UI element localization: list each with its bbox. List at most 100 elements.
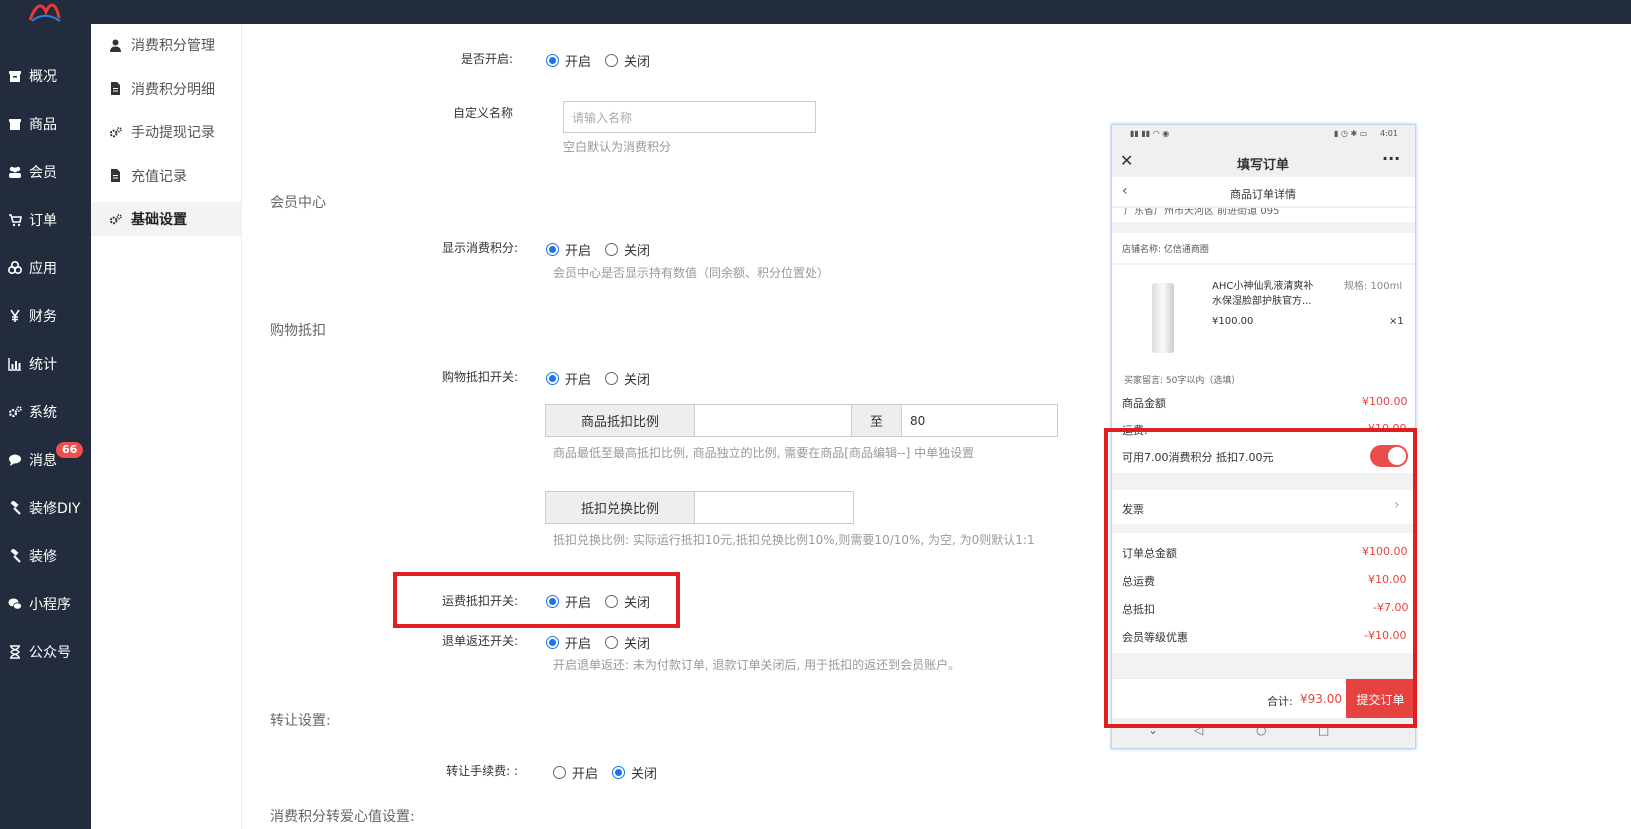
- subnav-item-1[interactable]: 消费积分明细: [91, 72, 241, 106]
- deduct-ratio-addon: 商品抵扣比例: [545, 404, 695, 437]
- product-price: ¥100.00: [1212, 316, 1254, 327]
- store-row: 店铺名称: 亿信通商圈: [1112, 233, 1415, 263]
- deduct-switch-label: 购物抵扣开关:: [441, 370, 518, 384]
- sidebar-item-8[interactable]: 消息 66: [0, 440, 91, 480]
- show-points-on-radio[interactable]: [546, 243, 559, 256]
- deduct-switch-on-radio[interactable]: [546, 372, 559, 385]
- product-name-line1: AHC小神仙乳液清爽补: [1212, 281, 1314, 292]
- exchange-ratio-input[interactable]: [694, 491, 854, 524]
- subnav-item-2[interactable]: 手动提现记录: [91, 115, 241, 149]
- sidebar-item-label: 应用: [29, 261, 57, 277]
- deduct-switch-on-text: 开启: [565, 373, 592, 388]
- buyer-note[interactable]: 买家留言: 50字以内（选填）: [1124, 373, 1240, 386]
- archive-icon: [8, 69, 22, 83]
- sidebar-item-label: 概况: [29, 69, 57, 85]
- show-points-radio-group: 开启 关闭: [546, 240, 664, 259]
- enable-radio-group: 开启 关闭: [546, 51, 664, 70]
- sidebar-item-12[interactable]: 公众号: [0, 632, 91, 672]
- love-value-title: 消费积分转爱心值设置:: [270, 809, 415, 825]
- box-icon: [8, 117, 22, 131]
- cart-icon: [8, 213, 22, 227]
- deduct-ratio-help: 商品最低至最高抵扣比例, 商品独立的比例, 需要在商品[商品编辑--] 中单独设…: [553, 446, 975, 460]
- sidebar-item-label: 消息: [29, 453, 57, 469]
- sidebar-item-1[interactable]: 商品: [0, 104, 91, 144]
- enable-off-radio[interactable]: [605, 54, 619, 67]
- sidebar-item-0[interactable]: 概况: [0, 56, 91, 96]
- refund-return-off-radio[interactable]: [605, 636, 619, 649]
- exchange-ratio-help: 抵扣兑换比例: 实际运行抵扣10元,抵扣兑换比例10%,则需要10/10%, 为…: [553, 533, 1035, 547]
- transfer-fee-off-radio[interactable]: [612, 766, 626, 779]
- sidebar-item-7[interactable]: 系统: [0, 392, 91, 432]
- sidebar-item-4[interactable]: 应用: [0, 248, 91, 288]
- product-card[interactable]: AHC小神仙乳液清爽补 水保湿脸部护肤官方... 规格: 100ml ¥100.…: [1112, 265, 1415, 415]
- sidebar-item-label: 装修: [29, 549, 57, 565]
- users-icon: [8, 165, 22, 179]
- shopping-deduct-title: 购物抵扣: [270, 323, 326, 339]
- gavel-icon: [8, 501, 22, 515]
- yen-icon: [8, 309, 22, 323]
- phone-header: ✕ 填写订单 ···: [1112, 147, 1415, 177]
- sidebar-item-label: 装修DIY: [29, 501, 81, 517]
- to-addon: 至: [851, 404, 902, 437]
- product-name-line2: 水保湿脸部护肤官方...: [1212, 296, 1312, 307]
- file-icon: [109, 169, 122, 182]
- more-icon[interactable]: ···: [1382, 149, 1400, 168]
- transfer-fee-on-text: 开启: [572, 767, 599, 782]
- custom-name-label: 自定义名称: [452, 106, 513, 120]
- sidebar-item-label: 商品: [29, 117, 57, 133]
- goods-amount-label: 商品金额: [1122, 397, 1166, 410]
- subnav-item-3[interactable]: 充值记录: [91, 159, 241, 193]
- cubes-icon: [8, 261, 22, 275]
- deduct-switch-off-radio[interactable]: [605, 372, 619, 385]
- deduct-ratio-max-input[interactable]: 80: [901, 404, 1058, 437]
- transfer-fee-on-radio[interactable]: [553, 766, 566, 779]
- sidebar-item-10[interactable]: 装修: [0, 536, 91, 576]
- close-icon[interactable]: ✕: [1120, 151, 1133, 170]
- sub-navigation: 消费积分管理消费积分明细 手动提现记录充值记录基础设置: [91, 24, 242, 829]
- user-icon: [109, 39, 122, 52]
- logo[interactable]: [26, 0, 62, 22]
- message-count-badge: 66: [56, 442, 84, 458]
- gears-icon: [8, 405, 22, 419]
- subnav-item-0[interactable]: 消费积分管理: [91, 28, 241, 62]
- phone-subtitle: 商品订单详情: [1230, 188, 1296, 201]
- subnav-item-4[interactable]: 基础设置: [91, 202, 241, 236]
- freight-deduct-radio-group: 开启 关闭: [546, 592, 664, 611]
- refund-return-on-text: 开启: [565, 637, 592, 652]
- enable-on-text: 开启: [565, 55, 592, 70]
- subnav-item-label: 消费积分管理: [131, 38, 215, 54]
- wechat-icon: [8, 597, 22, 611]
- sidebar: 概况商品会员订单应用财务统计系统消息 66 装修DIY 装修小程序公众号: [0, 24, 91, 829]
- bar-chart-icon: [8, 357, 22, 371]
- exchange-ratio-addon: 抵扣兑换比例: [545, 491, 695, 524]
- subnav-item-label: 基础设置: [131, 212, 187, 228]
- sidebar-item-6[interactable]: 统计: [0, 344, 91, 384]
- sidebar-item-9[interactable]: 装修DIY: [0, 488, 91, 528]
- deduct-switch-off-text: 关闭: [624, 373, 651, 388]
- sidebar-item-3[interactable]: 订单: [0, 200, 91, 240]
- phone-subheader: ‹ 商品订单详情: [1112, 177, 1415, 207]
- gears-icon: [109, 213, 122, 226]
- enable-off-text: 关闭: [624, 55, 651, 70]
- custom-name-input[interactable]: 请输入名称: [563, 101, 816, 133]
- freight-deduct-on-radio[interactable]: [546, 595, 559, 608]
- refund-return-help: 开启退单返还: 未为付款订单, 退款订单关闭后, 用于抵扣的返还到会员账户。: [553, 658, 961, 672]
- sidebar-item-2[interactable]: 会员: [0, 152, 91, 192]
- signal-icon: ▮▮ ▮▮ ◠ ◉: [1130, 129, 1170, 138]
- subnav-item-label: 充值记录: [131, 168, 187, 185]
- back-chevron-icon[interactable]: ‹: [1122, 183, 1128, 199]
- refund-return-on-radio[interactable]: [546, 636, 559, 649]
- enable-on-radio[interactable]: [546, 54, 559, 67]
- custom-name-help: 空白默认为消费积分: [563, 140, 672, 154]
- sidebar-item-5[interactable]: 财务: [0, 296, 91, 336]
- deduct-ratio-min-input[interactable]: [694, 404, 852, 437]
- show-points-off-radio[interactable]: [605, 243, 619, 256]
- product-spec: 规格: 100ml: [1344, 281, 1403, 292]
- goods-amount: ¥100.00: [1362, 395, 1408, 408]
- sidebar-item-label: 财务: [29, 309, 57, 325]
- hourglass-icon: [8, 645, 22, 659]
- sidebar-item-11[interactable]: 小程序: [0, 584, 91, 624]
- sidebar-item-label: 小程序: [29, 597, 71, 613]
- freight-deduct-off-radio[interactable]: [605, 595, 619, 608]
- phone-freight-highlight: [1104, 428, 1417, 728]
